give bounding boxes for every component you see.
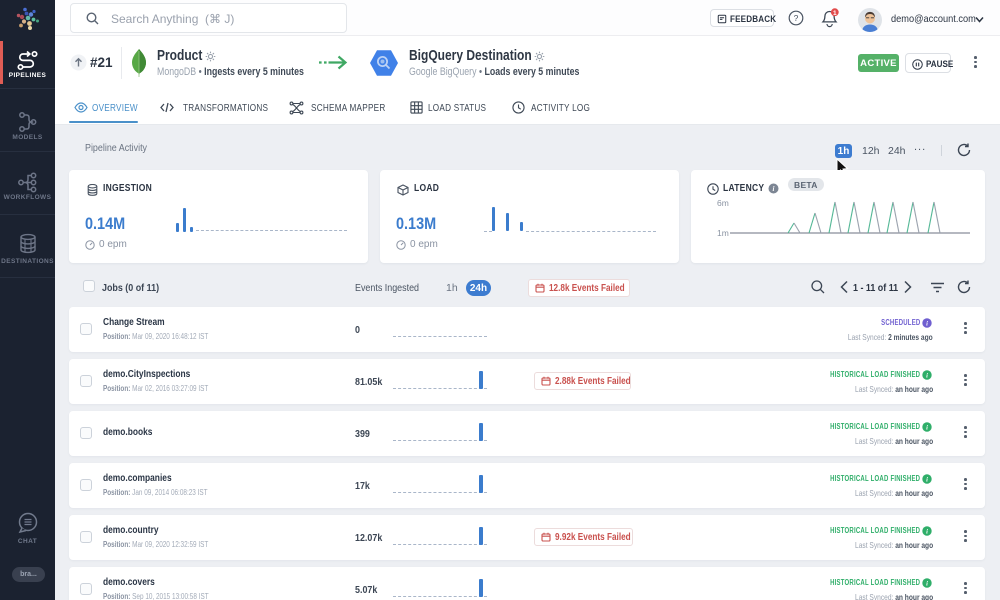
svg-text:i: i [926, 372, 928, 379]
svg-text:?: ? [794, 13, 799, 23]
svg-text:i: i [926, 476, 928, 483]
svg-text:i: i [926, 580, 928, 587]
svg-text:i: i [773, 185, 775, 193]
svg-text:1: 1 [833, 10, 837, 17]
svg-text:i: i [926, 528, 928, 535]
svg-text:i: i [926, 320, 928, 327]
svg-text:i: i [926, 424, 928, 431]
